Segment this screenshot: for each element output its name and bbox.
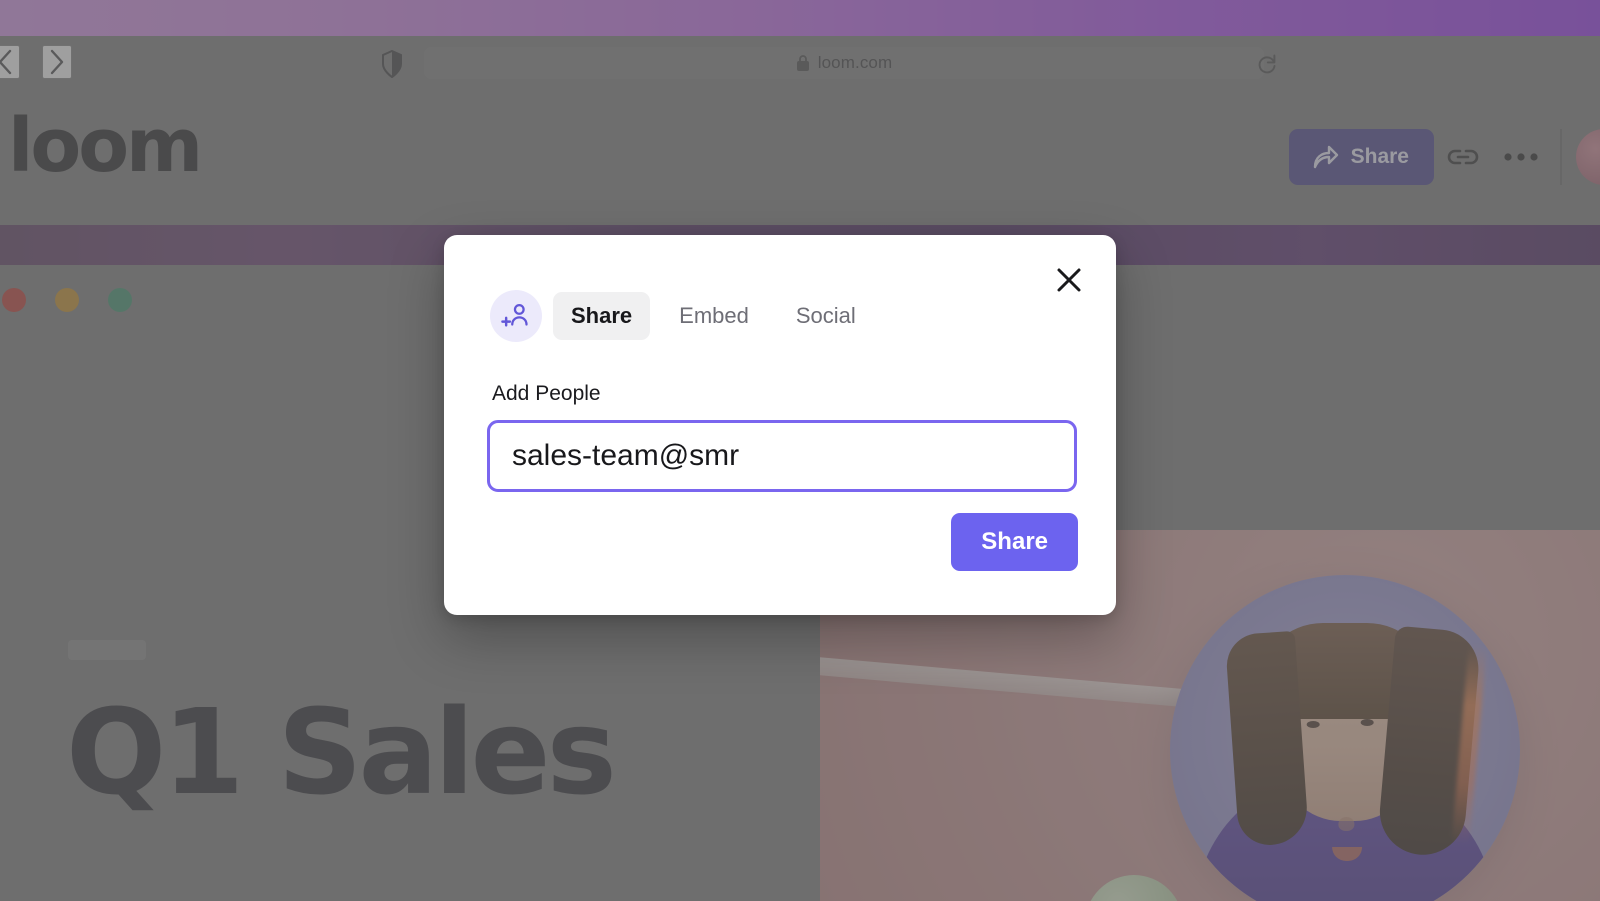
modal-close-button[interactable] [1049,260,1089,300]
tab-embed[interactable]: Embed [661,292,767,340]
add-people-icon [490,290,542,342]
screen: loom.com loom Share [0,0,1600,901]
tab-share[interactable]: Share [553,292,651,340]
add-people-input[interactable] [487,420,1077,492]
tab-social[interactable]: Social [778,292,874,340]
add-people-label: Add People [492,382,601,405]
share-modal: Share Embed Social Add People Share [444,235,1116,615]
modal-share-submit-button[interactable]: Share [951,513,1078,571]
close-icon [1057,268,1081,292]
modal-tab-row: Share Embed Social [490,290,874,342]
